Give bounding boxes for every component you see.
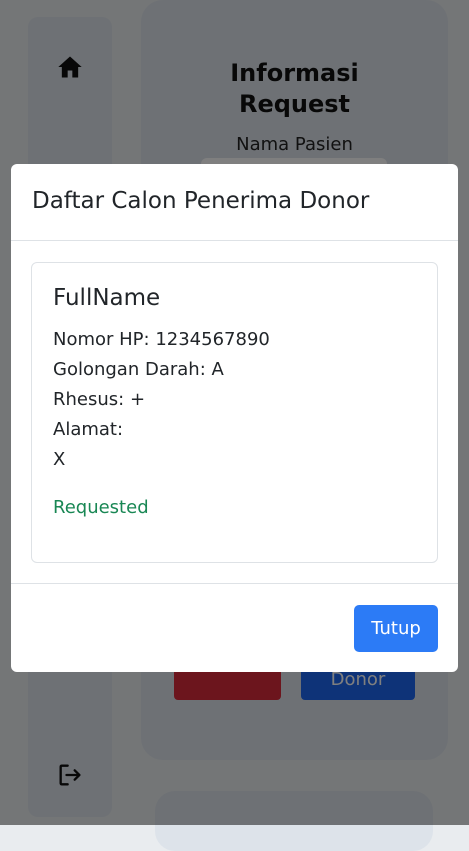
donor-candidates-modal: Daftar Calon Penerima Donor FullName Nom… (11, 164, 458, 672)
candidate-blood-type: Golongan Darah: A (53, 359, 224, 380)
candidate-full-name: FullName (53, 285, 161, 311)
candidate-phone: Nomor HP: 1234567890 (53, 329, 270, 350)
modal-header: Daftar Calon Penerima Donor (11, 164, 458, 241)
candidate-rhesus: Rhesus: + (53, 389, 146, 410)
close-button[interactable]: Tutup (354, 605, 438, 652)
candidate-address-label: Alamat: (53, 419, 124, 440)
modal-title: Daftar Calon Penerima Donor (32, 188, 370, 214)
modal-footer: Tutup (11, 583, 458, 672)
candidate-address-value: X (53, 449, 66, 470)
candidate-status: Requested (53, 497, 149, 518)
candidate-card: FullName Nomor HP: 1234567890 Golongan D… (31, 262, 438, 563)
